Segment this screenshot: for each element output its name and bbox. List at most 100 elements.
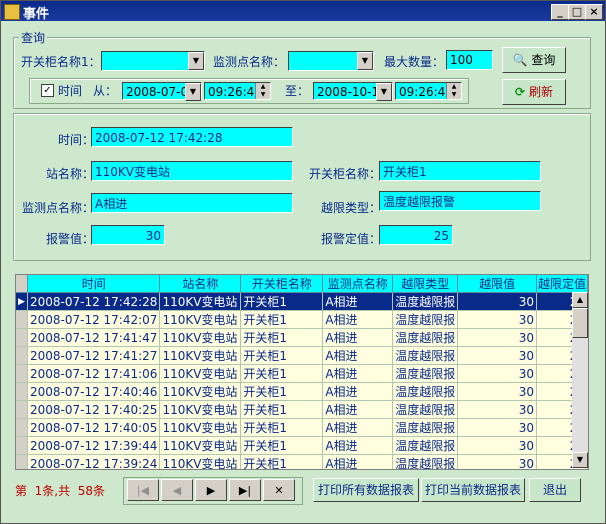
table-cell[interactable]: 开关柜1	[240, 346, 324, 365]
table-cell[interactable]: A相进	[322, 418, 394, 437]
chevron-down-icon[interactable]: ▼	[357, 52, 373, 70]
cabinet-select[interactable]: ▼	[101, 51, 205, 71]
table-cell[interactable]: 30	[457, 400, 538, 419]
table-row[interactable]: 2008-07-12 17:41:47 110KV变电站 开关柜1 A相进 温度越限报 3…	[16, 328, 588, 347]
table-cell[interactable]: 110KV变电站	[159, 436, 242, 455]
table-cell[interactable]: 2008-07-12 17:40:25	[27, 400, 161, 419]
table-cell[interactable]: A相进	[322, 454, 394, 469]
column-header[interactable]: 越限类型	[392, 275, 459, 293]
table-row[interactable]: ▶ 2008-07-12 17:42:28 110KV变电站 开关柜1 A相进 温度越限报…	[16, 292, 588, 311]
table-cell[interactable]: 开关柜1	[240, 310, 324, 329]
table-cell[interactable]: 110KV变电站	[159, 400, 242, 419]
table-cell[interactable]: 30	[457, 346, 538, 365]
table-cell[interactable]: 2008-07-12 17:41:47	[27, 328, 161, 347]
vertical-scrollbar[interactable]: ▲ ▼	[572, 292, 588, 468]
table-cell[interactable]: A相进	[322, 400, 394, 419]
table-cell[interactable]: A相进	[322, 292, 394, 311]
row-indicator[interactable]: ▶	[16, 292, 29, 311]
table-cell[interactable]: 110KV变电站	[159, 292, 242, 311]
to-time-picker[interactable]: 09:26:45 ▲ ▼	[395, 82, 462, 100]
row-indicator[interactable]	[16, 310, 29, 329]
table-cell[interactable]: 开关柜1	[240, 292, 324, 311]
table-cell[interactable]: A相进	[322, 346, 394, 365]
table-row[interactable]: 2008-07-12 17:39:44 110KV变电站 开关柜1 A相进 温度越限报 3…	[16, 436, 588, 455]
row-indicator[interactable]	[16, 382, 29, 401]
close-button[interactable]: ×	[585, 4, 603, 20]
table-cell[interactable]: 开关柜1	[240, 400, 324, 419]
table-cell[interactable]: 温度越限报	[392, 436, 459, 455]
search-button[interactable]: 🔍 查询	[502, 47, 566, 73]
title-bar[interactable]: 事件 _ □ ×	[1, 1, 605, 22]
table-cell[interactable]: 30	[457, 418, 538, 437]
table-cell[interactable]: 开关柜1	[240, 454, 324, 469]
column-header[interactable]: 开关柜名称	[240, 275, 324, 293]
table-cell[interactable]: 30	[457, 292, 538, 311]
minimize-button[interactable]: _	[551, 4, 569, 20]
table-cell[interactable]: 开关柜1	[240, 328, 324, 347]
table-cell[interactable]: 温度越限报	[392, 454, 459, 469]
table-cell[interactable]: 110KV变电站	[159, 328, 242, 347]
table-cell[interactable]: 110KV变电站	[159, 346, 242, 365]
table-cell[interactable]: 110KV变电站	[159, 382, 242, 401]
refresh-button[interactable]: ⟳ 刷新	[502, 79, 566, 105]
table-row[interactable]: 2008-07-12 17:40:46 110KV变电站 开关柜1 A相进 温度越限报 3…	[16, 382, 588, 401]
table-row[interactable]: 2008-07-12 17:42:07 110KV变电站 开关柜1 A相进 温度越限报 3…	[16, 310, 588, 329]
table-cell[interactable]: 30	[457, 310, 538, 329]
time-checkbox[interactable]: ✓	[41, 84, 54, 97]
nav-cancel-button[interactable]: ✕	[263, 479, 295, 501]
table-cell[interactable]: 2008-07-12 17:42:28	[27, 292, 161, 311]
table-cell[interactable]: 30	[457, 382, 538, 401]
nav-next-button[interactable]: ▶	[195, 479, 227, 501]
table-row[interactable]: 2008-07-12 17:39:24 110KV变电站 开关柜1 A相进 温度越限报 3…	[16, 454, 588, 469]
print-current-button[interactable]: 打印当前数据报表	[421, 478, 525, 502]
point-select[interactable]: ▼	[288, 51, 374, 71]
table-cell[interactable]: 30	[457, 436, 538, 455]
table-cell[interactable]: 开关柜1	[240, 418, 324, 437]
column-header[interactable]: 站名称	[159, 275, 242, 293]
maximize-button[interactable]: □	[568, 4, 586, 20]
table-cell[interactable]: 开关柜1	[240, 436, 324, 455]
table-row[interactable]: 2008-07-12 17:41:06 110KV变电站 开关柜1 A相进 温度越限报 3…	[16, 364, 588, 383]
table-cell[interactable]: 30	[457, 364, 538, 383]
event-grid[interactable]: 时间 站名称 开关柜名称 监测点名称 越限类型 越限值 越限定值 ▶ 2008-0…	[15, 274, 589, 470]
row-indicator[interactable]	[16, 364, 29, 383]
table-cell[interactable]: A相进	[322, 436, 394, 455]
column-header[interactable]: 监测点名称	[322, 275, 394, 293]
column-header[interactable]: 越限定值	[536, 275, 588, 293]
nav-first-button[interactable]: |◀	[127, 479, 159, 501]
to-date-picker[interactable]: 2008-10-10 ▼	[313, 82, 393, 101]
column-header[interactable]: 越限值	[457, 275, 538, 293]
table-cell[interactable]: 2008-07-12 17:41:27	[27, 346, 161, 365]
table-cell[interactable]: 温度越限报	[392, 328, 459, 347]
table-cell[interactable]: 110KV变电站	[159, 364, 242, 383]
table-cell[interactable]: A相进	[322, 328, 394, 347]
table-cell[interactable]: 温度越限报	[392, 346, 459, 365]
table-cell[interactable]: 110KV变电站	[159, 310, 242, 329]
table-cell[interactable]: 110KV变电站	[159, 418, 242, 437]
table-cell[interactable]: 温度越限报	[392, 382, 459, 401]
table-cell[interactable]: 开关柜1	[240, 364, 324, 383]
chevron-down-icon[interactable]: ▼	[185, 83, 201, 101]
table-cell[interactable]: A相进	[322, 382, 394, 401]
nav-last-button[interactable]: ▶|	[229, 479, 261, 501]
table-cell[interactable]: A相进	[322, 364, 394, 383]
table-row[interactable]: 2008-07-12 17:40:05 110KV变电站 开关柜1 A相进 温度越限报 3…	[16, 418, 588, 437]
row-indicator[interactable]	[16, 418, 29, 437]
row-indicator[interactable]	[16, 436, 29, 455]
from-date-picker[interactable]: 2008-07-09 ▼	[122, 82, 202, 101]
table-cell[interactable]: 30	[457, 454, 538, 469]
table-cell[interactable]: 2008-07-12 17:40:05	[27, 418, 161, 437]
table-cell[interactable]: 温度越限报	[392, 364, 459, 383]
max-count-input[interactable]: 100	[446, 50, 493, 70]
chevron-down-icon[interactable]: ▼	[376, 83, 392, 101]
row-indicator[interactable]	[16, 454, 29, 469]
table-cell[interactable]: 30	[457, 328, 538, 347]
table-cell[interactable]: 2008-07-12 17:39:44	[27, 436, 161, 455]
nav-prev-button[interactable]: ◀	[161, 479, 193, 501]
table-cell[interactable]: 2008-07-12 17:41:06	[27, 364, 161, 383]
from-time-picker[interactable]: 09:26:45 ▲ ▼	[204, 82, 271, 100]
table-cell[interactable]: 开关柜1	[240, 382, 324, 401]
column-header[interactable]: 时间	[27, 275, 161, 293]
table-cell[interactable]: A相进	[322, 310, 394, 329]
print-all-button[interactable]: 打印所有数据报表	[313, 478, 419, 502]
